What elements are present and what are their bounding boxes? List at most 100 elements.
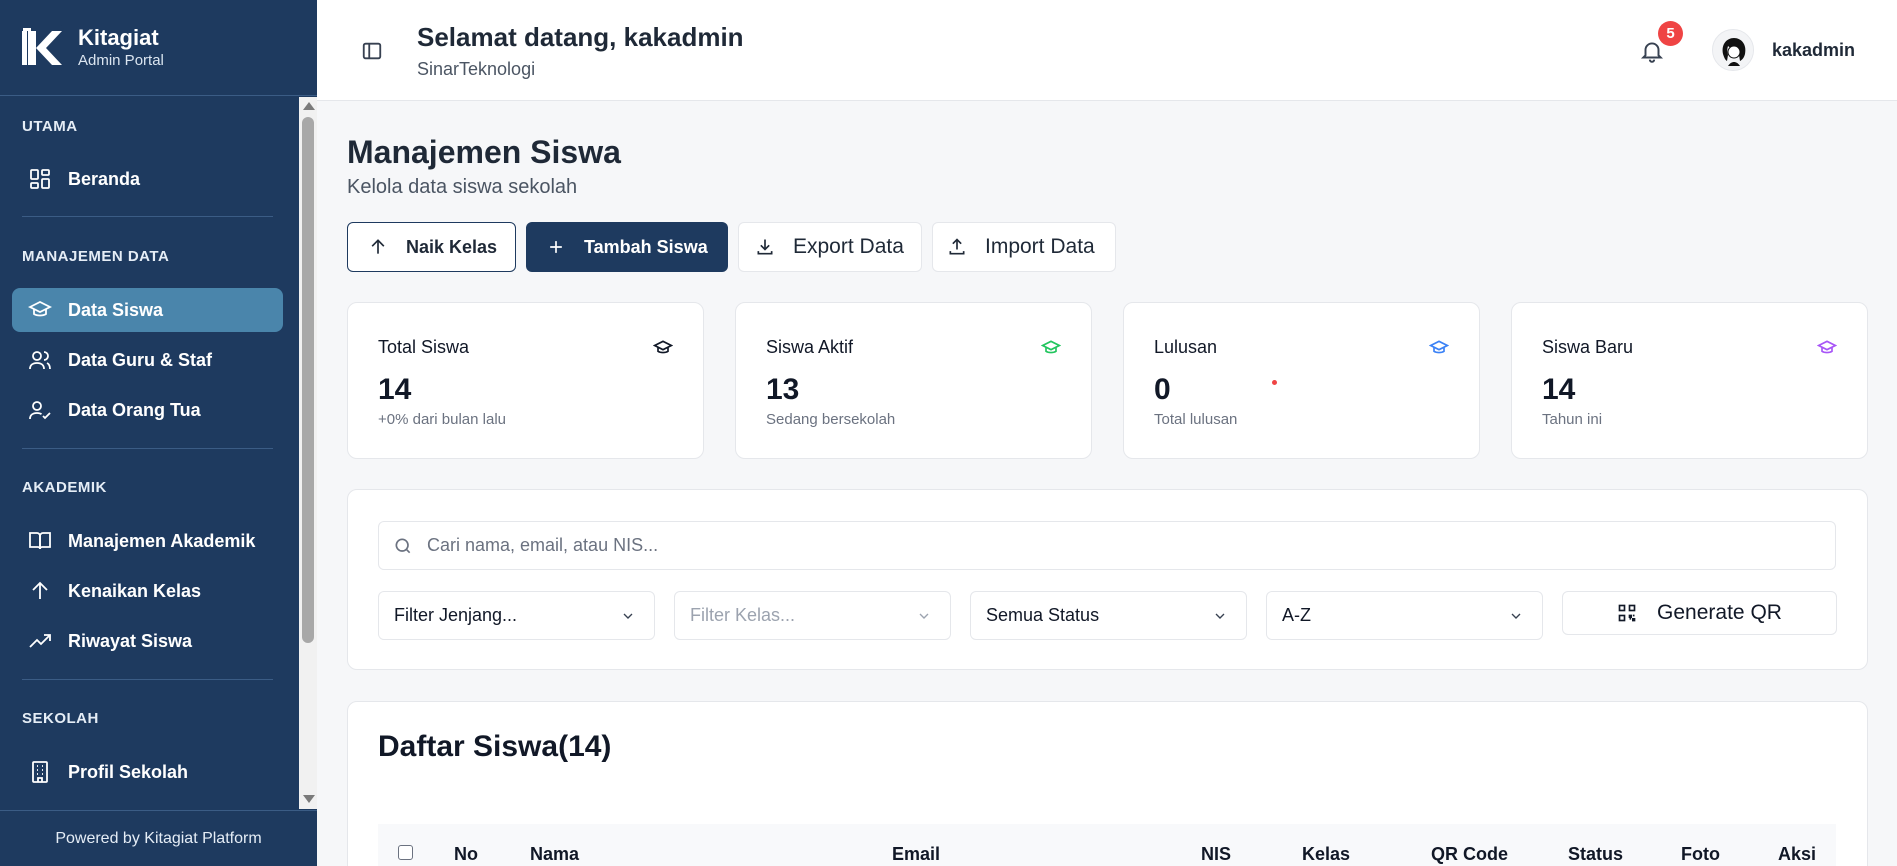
scroll-up-icon[interactable] bbox=[303, 102, 315, 110]
sidebar-item-riwayat-siswa[interactable]: Riwayat Siswa bbox=[12, 619, 283, 663]
sort-select[interactable]: A-Z bbox=[1266, 591, 1543, 640]
column-header-nama[interactable]: Nama bbox=[530, 844, 579, 865]
stat-label: Total Siswa bbox=[378, 337, 470, 357]
stat-value: 14 bbox=[1542, 373, 1576, 406]
tambah-siswa-button[interactable]: Tambah Siswa bbox=[526, 222, 728, 272]
chevron-down-icon bbox=[623, 613, 633, 619]
filter-status-value: Semua Status bbox=[986, 605, 1100, 625]
sidebar-item-label: Data Guru & Staf bbox=[68, 349, 213, 370]
sidebar-item-data-orang-tua[interactable]: Data Orang Tua bbox=[12, 388, 283, 432]
export-data-button[interactable]: Export Data bbox=[738, 222, 922, 272]
graduation-cap-icon bbox=[1041, 340, 1061, 354]
filter-status-select[interactable]: Semua Status bbox=[970, 591, 1247, 640]
filter-jenjang-value: Filter Jenjang... bbox=[394, 605, 518, 625]
naik-kelas-button[interactable]: Naik Kelas bbox=[347, 222, 516, 272]
generate-qr-label: Generate QR bbox=[1657, 601, 1782, 624]
brand-title: Kitagiat bbox=[78, 24, 159, 50]
stat-label: Lulusan bbox=[1154, 337, 1218, 357]
export-data-label: Export Data bbox=[793, 235, 904, 258]
column-header-email[interactable]: Email bbox=[892, 844, 940, 865]
avatar-illustration-icon bbox=[1713, 30, 1753, 70]
status-dot bbox=[1272, 380, 1277, 385]
chevron-down-icon bbox=[1511, 613, 1521, 619]
sidebar-item-label: Profil Sekolah bbox=[68, 761, 189, 782]
trending-up-icon bbox=[29, 634, 51, 648]
list-title: Daftar Siswa(14) bbox=[378, 730, 612, 763]
stat-card-siswa-aktif: Siswa Aktif 13 Sedang bersekolah bbox=[735, 302, 1092, 459]
sidebar-item-data-siswa[interactable]: Data Siswa bbox=[12, 288, 283, 332]
username[interactable]: kakadmin bbox=[1772, 40, 1855, 61]
generate-qr-button[interactable]: Generate QR bbox=[1562, 591, 1837, 635]
filter-jenjang-select[interactable]: Filter Jenjang... bbox=[378, 591, 655, 640]
scrollbar-thumb[interactable] bbox=[302, 117, 314, 643]
stat-label: Siswa Aktif bbox=[766, 337, 854, 357]
student-list-card: Daftar Siswa(14) No Nama Email NIS Kelas… bbox=[347, 701, 1868, 866]
graduation-cap-icon bbox=[1429, 340, 1449, 354]
filter-kelas-value: Filter Kelas... bbox=[690, 605, 796, 625]
sidebar-item-label: Kenaikan Kelas bbox=[68, 580, 202, 601]
page-subtitle: Kelola data siswa sekolah bbox=[347, 176, 578, 198]
column-header-qr-code[interactable]: QR Code bbox=[1431, 844, 1508, 865]
qr-code-icon bbox=[1618, 604, 1636, 622]
stat-value: 0 bbox=[1154, 373, 1171, 406]
sidebar-item-label: Data Orang Tua bbox=[68, 399, 201, 420]
sidebar-nav: UTAMA Beranda MANAJEMEN DATA Data Siswa … bbox=[0, 97, 299, 809]
user-check-icon bbox=[29, 401, 51, 420]
sidebar-item-kenaikan-kelas[interactable]: Kenaikan Kelas bbox=[12, 569, 283, 613]
sidebar-item-manajemen-akademik[interactable]: Manajemen Akademik bbox=[12, 519, 283, 563]
column-header-nis[interactable]: NIS bbox=[1201, 844, 1231, 865]
sidebar-item-label: Beranda bbox=[68, 168, 141, 189]
section-manajemen-data: MANAJEMEN DATA bbox=[22, 248, 170, 265]
search-box[interactable] bbox=[378, 521, 1836, 570]
sidebar-item-label: Manajemen Akademik bbox=[68, 530, 256, 551]
column-header-status[interactable]: Status bbox=[1568, 844, 1623, 865]
stat-card-siswa-baru: Siswa Baru 14 Tahun ini bbox=[1511, 302, 1868, 459]
book-open-icon bbox=[29, 532, 51, 550]
search-input[interactable] bbox=[427, 535, 1807, 556]
section-sekolah: SEKOLAH bbox=[22, 710, 99, 727]
download-icon bbox=[757, 239, 773, 255]
avatar[interactable] bbox=[1712, 29, 1754, 71]
sidebar-footer: Powered by Kitagiat Platform bbox=[0, 810, 317, 866]
sidebar-item-label: Data Siswa bbox=[68, 299, 164, 320]
section-akademik: AKADEMIK bbox=[22, 479, 107, 496]
sort-value: A-Z bbox=[1282, 605, 1311, 625]
nav-divider bbox=[22, 216, 273, 217]
stat-value: 13 bbox=[766, 373, 800, 406]
stat-label: Siswa Baru bbox=[1542, 337, 1634, 357]
nav-divider bbox=[22, 679, 273, 680]
users-icon bbox=[29, 351, 51, 370]
building-icon bbox=[32, 761, 48, 783]
welcome-message: Selamat datang, kakadmin bbox=[417, 22, 744, 52]
sidebar-item-beranda[interactable]: Beranda bbox=[12, 157, 283, 201]
column-header-no[interactable]: No bbox=[454, 844, 478, 865]
graduation-cap-icon bbox=[1817, 340, 1837, 354]
filter-kelas-select[interactable]: Filter Kelas... bbox=[674, 591, 951, 640]
nav-divider bbox=[22, 448, 273, 449]
stat-value: 14 bbox=[378, 373, 412, 406]
stat-note: Total lulusan bbox=[1154, 411, 1238, 428]
import-data-button[interactable]: Import Data bbox=[932, 222, 1116, 272]
sidebar: Kitagiat Admin Portal UTAMA Beranda MANA… bbox=[0, 0, 317, 866]
column-header-foto[interactable]: Foto bbox=[1681, 844, 1720, 865]
notification-badge[interactable]: 5 bbox=[1658, 21, 1683, 46]
brand[interactable]: Kitagiat Admin Portal bbox=[0, 0, 317, 96]
stat-card-total-siswa: Total Siswa 14 +0% dari bulan lalu bbox=[347, 302, 704, 459]
kitagiat-logo-icon bbox=[18, 24, 64, 71]
arrow-up-icon bbox=[32, 581, 48, 599]
top-header: Selamat datang, kakadmin SinarTeknologi … bbox=[317, 0, 1897, 101]
scroll-down-icon[interactable] bbox=[303, 795, 315, 803]
sidebar-item-profil-sekolah[interactable]: Profil Sekolah bbox=[12, 750, 283, 794]
column-header-aksi[interactable]: Aksi bbox=[1778, 844, 1816, 865]
graduation-cap-icon bbox=[653, 340, 673, 354]
stat-note: Tahun ini bbox=[1542, 411, 1603, 428]
sidebar-item-label: Riwayat Siswa bbox=[68, 630, 193, 651]
upload-icon bbox=[949, 238, 965, 255]
filter-card: Filter Jenjang... Filter Kelas... Semua … bbox=[347, 489, 1868, 670]
stat-note: Sedang bersekolah bbox=[766, 411, 896, 428]
select-all-checkbox[interactable] bbox=[398, 845, 413, 860]
stat-note: +0% dari bulan lalu bbox=[378, 411, 507, 428]
column-header-kelas[interactable]: Kelas bbox=[1302, 844, 1350, 865]
sidebar-toggle-icon[interactable] bbox=[361, 40, 383, 62]
sidebar-item-data-guru-staf[interactable]: Data Guru & Staf bbox=[12, 338, 283, 382]
